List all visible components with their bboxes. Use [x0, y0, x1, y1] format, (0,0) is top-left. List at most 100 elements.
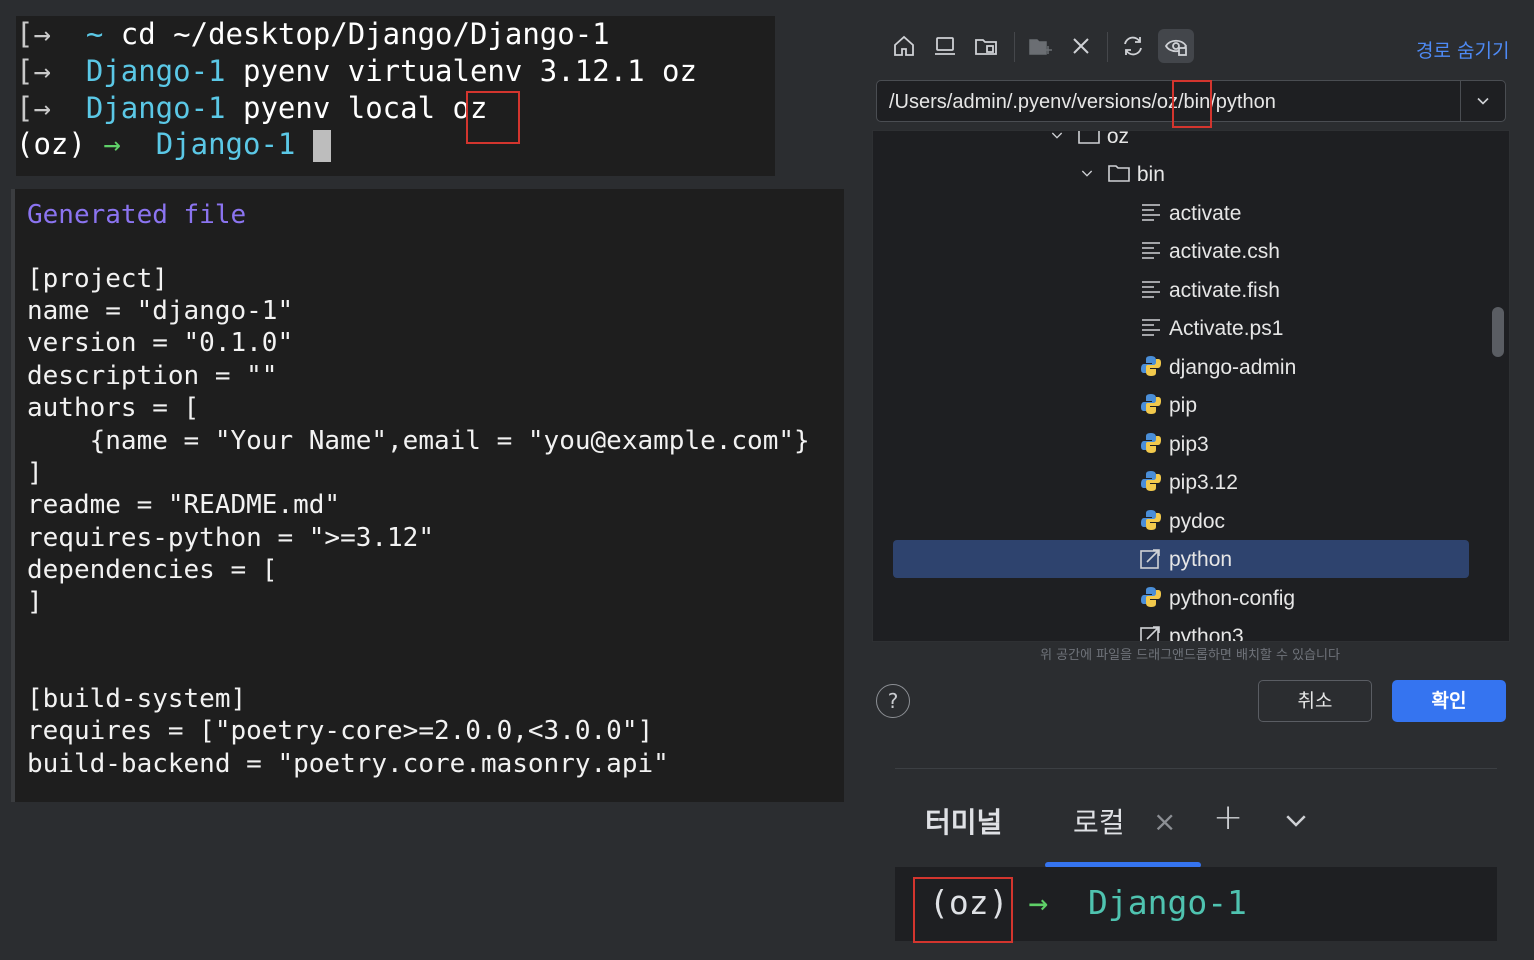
tree-folder-oz[interactable]: oz — [1049, 131, 1129, 156]
command-text: cd ~/desktop/Django/Django-1 — [120, 17, 610, 51]
tree-item-label: pip — [1169, 394, 1198, 417]
tree-item-label: python3 — [1169, 625, 1244, 642]
terminal-cursor — [312, 130, 331, 162]
text-file-icon — [1142, 204, 1160, 222]
tree-scrollbar[interactable] — [1492, 307, 1504, 357]
chevron-down-icon — [1081, 170, 1093, 178]
show-hidden-icon[interactable] — [1158, 29, 1194, 63]
close-tab-icon[interactable]: × — [1153, 805, 1176, 838]
terminal-top[interactable]: [→ ~ cd ~/desktop/Django/Django-1 [→ Dja… — [16, 16, 775, 176]
code-line: readme = "README.md" — [27, 490, 341, 520]
generated-file-panel: Generated file [project] name = "django-… — [11, 189, 844, 802]
hide-path-link[interactable]: 경로 숨기기 — [1416, 36, 1509, 63]
chevron-down-icon — [1477, 97, 1489, 105]
prompt-dir: Django-1 — [155, 127, 296, 161]
code-line: requires-python = ">=3.12" — [27, 523, 434, 553]
text-file-icon — [1142, 242, 1160, 260]
code-line: description = "" — [27, 361, 278, 391]
folder-icon — [1078, 131, 1100, 145]
terminal-line: [→ Django-1 pyenv virtualenv 3.12.1 oz — [16, 53, 697, 89]
tree-item-label: bin — [1136, 163, 1165, 186]
project-folder-icon[interactable] — [972, 32, 1000, 60]
prompt-bracket: [→ — [16, 54, 51, 88]
terminal-tool-window: 터미널 로컬 × + (oz) → Django-1 — [895, 768, 1497, 943]
prompt-env: (oz) — [16, 127, 86, 161]
code-line: [project] — [27, 264, 168, 294]
python-file-icon — [1141, 471, 1161, 492]
tab-local[interactable]: 로컬 — [1073, 801, 1125, 841]
code-line: authors = [ — [27, 393, 200, 423]
tree-file-activate-csh[interactable]: activate.csh — [1139, 233, 1280, 271]
new-folder-icon[interactable] — [1026, 32, 1054, 60]
tree-item-label: pydoc — [1169, 510, 1226, 533]
prompt-dir: ~ — [85, 17, 104, 51]
python-file-icon — [1141, 510, 1161, 531]
command-text: pyenv local — [243, 91, 436, 125]
refresh-icon[interactable] — [1119, 32, 1147, 60]
tree-file-activate-fish[interactable]: activate.fish — [1139, 272, 1280, 310]
highlight-box — [466, 91, 520, 144]
tab-menu-button[interactable] — [1281, 805, 1311, 839]
text-file-icon — [1142, 319, 1160, 337]
tree-file-activate[interactable]: activate — [1139, 195, 1241, 233]
path-history-dropdown[interactable] — [1460, 81, 1505, 121]
toolbar-separator — [1107, 32, 1108, 62]
generated-file-header: Generated file — [27, 200, 247, 230]
tool-window-title: 터미널 — [925, 806, 1003, 839]
tree-file-pydoc[interactable]: pydoc — [1139, 503, 1225, 541]
home-icon[interactable] — [890, 32, 918, 60]
tree-file-django-admin[interactable]: django-admin — [1139, 349, 1296, 387]
desktop-icon[interactable] — [931, 32, 959, 60]
tree-file-pip3-12[interactable]: pip3.12 — [1139, 464, 1238, 502]
python-file-icon — [1141, 394, 1161, 415]
code-line: ] — [27, 587, 43, 617]
tree-item-label: Activate.ps1 — [1169, 317, 1284, 340]
cancel-button[interactable]: 취소 — [1258, 680, 1372, 722]
code-line: [build-system] — [27, 684, 247, 714]
symlink-icon — [1140, 549, 1160, 570]
terminal-line: [→ Django-1 pyenv local oz — [16, 90, 487, 126]
python-file-icon — [1141, 433, 1161, 454]
prompt-bracket: [→ — [16, 17, 51, 51]
code-line: build-backend = "poetry.core.masonry.api… — [27, 749, 669, 779]
highlight-box — [1172, 80, 1212, 128]
chevron-down-icon — [1286, 815, 1306, 827]
path-input[interactable]: /Users/admin/.pyenv/versions/oz/bin/pyth… — [889, 81, 1276, 123]
delete-icon[interactable] — [1067, 32, 1095, 60]
prompt-dir: Django-1 — [1087, 883, 1247, 922]
tree-file-python3[interactable]: python3 — [1139, 618, 1244, 642]
prompt-bracket: [→ — [16, 91, 51, 125]
ok-button[interactable]: 확인 — [1392, 680, 1506, 722]
tree-file-python-config[interactable]: python-config — [1139, 580, 1295, 618]
code-line: dependencies = [ — [27, 555, 278, 585]
symlink-icon — [1140, 626, 1160, 641]
tree-item-label: activate.fish — [1169, 279, 1280, 302]
terminal-line: [→ ~ cd ~/desktop/Django/Django-1 — [16, 16, 610, 52]
code-line: version = "0.1.0" — [27, 328, 294, 358]
code-line: requires = ["poetry-core>=2.0.0,<3.0.0"] — [27, 716, 654, 746]
tree-item-label: activate — [1169, 202, 1242, 225]
toolbar-separator — [1014, 32, 1015, 62]
code-line: {name = "Your Name",email = "you@example… — [27, 426, 810, 456]
python-file-icon — [1141, 587, 1161, 608]
tree-file-pip3[interactable]: pip3 — [1139, 426, 1209, 464]
prompt-dir: Django-1 — [85, 54, 226, 88]
tree-file-activate-ps1[interactable]: Activate.ps1 — [1139, 310, 1283, 348]
code-line: ] — [27, 458, 43, 488]
tree-folder-bin[interactable]: bin — [1079, 156, 1165, 194]
help-button[interactable]: ? — [876, 684, 910, 718]
tree-item-label: pip3.12 — [1169, 471, 1238, 494]
terminal-line: (oz) → Django-1 — [16, 126, 331, 162]
drop-hint: 위 공간에 파일을 드래그앤드롭하면 배치할 수 있습니다 — [1040, 648, 1340, 663]
prompt-arrow: → — [103, 127, 121, 161]
text-file-icon — [1142, 281, 1160, 299]
prompt-dir: Django-1 — [85, 91, 226, 125]
tree-item-label: python — [1169, 548, 1233, 571]
add-tab-icon[interactable]: + — [1213, 797, 1243, 838]
tree-file-python[interactable]: python — [1139, 541, 1232, 579]
tree-file-pip[interactable]: pip — [1139, 387, 1197, 425]
tree-item-label: django-admin — [1169, 356, 1297, 379]
file-chooser-dialog: 경로 숨기기 /Users/admin/.pyenv/versions/oz/b… — [856, 18, 1534, 738]
file-tree[interactable]: oz bin activate activate.csh activate.fi… — [872, 130, 1510, 642]
highlight-box — [913, 877, 1013, 943]
